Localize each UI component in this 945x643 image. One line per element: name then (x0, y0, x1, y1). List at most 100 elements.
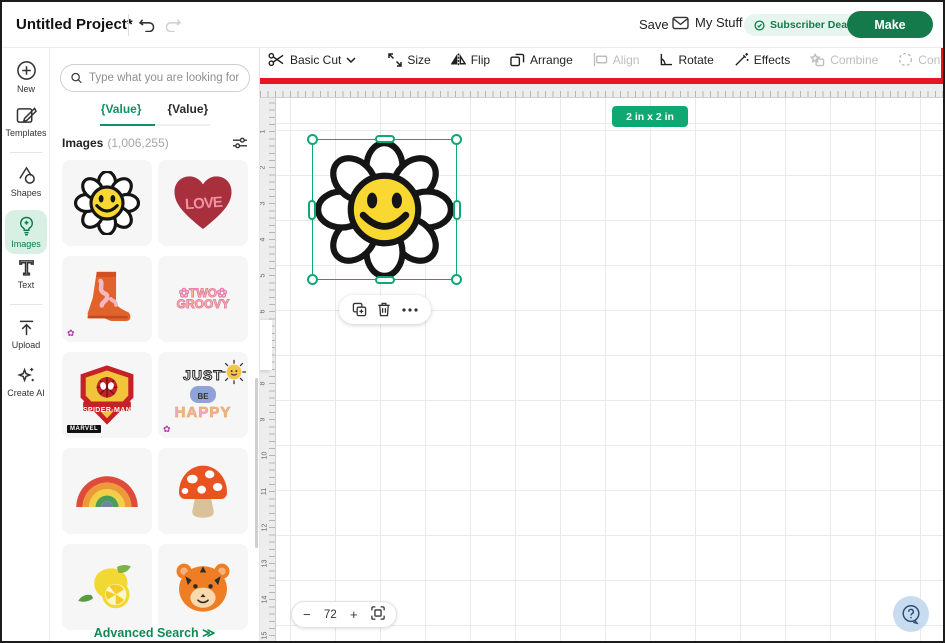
sidebar-item-upload[interactable]: Upload (5, 318, 47, 350)
search-bar[interactable] (60, 64, 250, 92)
ruler-v-number: 15 (261, 632, 268, 640)
divider (128, 14, 129, 36)
arrange-label: Arrange (530, 53, 573, 67)
ruler-v-number: 2 (259, 166, 266, 170)
groovy-text: GROOVY (177, 297, 230, 311)
selection-bounding-box[interactable] (312, 139, 457, 280)
undo-icon (138, 18, 156, 32)
image-tile-spider-man[interactable]: SPIDER-MAN MARVEL (62, 352, 152, 438)
magic-wand-icon (734, 52, 749, 67)
redo-button[interactable] (162, 14, 184, 36)
flip-label: Flip (471, 53, 490, 67)
sparkles-icon (16, 366, 36, 385)
zoom-out-button[interactable]: − (303, 607, 311, 622)
size-icon (388, 53, 402, 67)
image-tile-daisy-smiley[interactable] (62, 160, 152, 246)
love-text: LOVE (184, 193, 222, 213)
sidebar-item-shapes[interactable]: Shapes (5, 166, 47, 198)
marvel-badge: MARVEL (67, 425, 101, 433)
align-label: Align (613, 53, 640, 67)
premium-flower-badge: ✿ (67, 329, 76, 338)
rotate-label: Rotate (678, 53, 713, 67)
zoom-level-value: 72 (324, 609, 337, 621)
combine-button[interactable]: Combine (810, 53, 878, 67)
image-tile-tiger[interactable] (158, 544, 248, 630)
resize-handle-top-right[interactable] (451, 134, 462, 145)
ruler-v-number: 13 (261, 560, 268, 568)
ruler-v-number: 3 (259, 202, 266, 206)
operation-type-value: Basic Cut (290, 53, 341, 67)
app-window: 01234567891011121314151617 0123456789101… (0, 0, 945, 643)
contour-label: Contour (918, 53, 945, 67)
results-label: Images (62, 136, 103, 150)
be-text: BE (197, 392, 208, 401)
design-canvas[interactable]: 01234567891011121314151617 0123456789101… (260, 48, 945, 643)
image-tile-love-heart[interactable]: LOVE (158, 160, 248, 246)
zoom-controls: − 72 + (291, 601, 397, 628)
ruler-v-number: 12 (261, 524, 268, 532)
redo-icon (164, 18, 182, 32)
header-bar: Untitled Project* Save My Stuff Subscrib… (2, 2, 943, 48)
resize-handle-top-left[interactable] (307, 134, 318, 145)
tab-1[interactable]: {Value} (101, 102, 142, 124)
sidebar-item-images[interactable]: Images (5, 210, 47, 254)
fit-to-screen-button[interactable] (371, 606, 385, 623)
my-stuff-label: My Stuff (695, 15, 742, 30)
more-options-button[interactable] (402, 308, 418, 312)
panel-scrollbar[interactable] (255, 378, 258, 548)
my-stuff-button[interactable]: My Stuff (672, 15, 742, 30)
operation-type-dropdown[interactable]: Basic Cut (268, 52, 356, 67)
duplicate-button[interactable] (352, 302, 367, 317)
image-tile-lemon[interactable] (62, 544, 152, 630)
zoom-in-button[interactable]: + (350, 607, 358, 622)
sidebar-item-create-ai[interactable]: Create AI (5, 366, 47, 398)
flip-button[interactable]: Flip (451, 53, 490, 67)
align-button[interactable]: Align (593, 53, 640, 67)
deals-tag-icon (754, 20, 765, 31)
resize-handle-bottom-right[interactable] (451, 274, 462, 285)
rotate-icon (659, 53, 673, 66)
project-title: Untitled Project* (16, 16, 133, 33)
resize-handle-bottom-left[interactable] (307, 274, 318, 285)
search-icon (71, 71, 82, 85)
template-icon (16, 106, 37, 125)
image-results-grid: LOVE ✿ ✿TWO✿ GROOVY (62, 160, 248, 630)
align-icon (593, 53, 608, 66)
save-button[interactable]: Save (639, 17, 669, 32)
just-text: JUST (183, 367, 223, 383)
question-bubble-icon (900, 603, 922, 625)
effects-button[interactable]: Effects (734, 52, 790, 67)
help-button[interactable] (893, 596, 929, 632)
left-navigation-rail: New Templates Shapes Images Text Upload … (2, 48, 50, 643)
image-tile-two-groovy[interactable]: ✿TWO✿ GROOVY (158, 256, 248, 342)
tab-2[interactable]: {Value} (168, 102, 209, 124)
resize-handle-top[interactable] (375, 135, 395, 143)
advanced-search-link[interactable]: Advanced Search ≫ (50, 625, 259, 640)
image-tile-mushroom[interactable] (158, 448, 248, 534)
image-tile-just-be-happy[interactable]: JUST BE HAPPY ✿ (158, 352, 248, 438)
size-button[interactable]: Size (388, 53, 430, 67)
sidebar-item-text[interactable]: Text (5, 258, 47, 290)
sidebar-item-new[interactable]: New (5, 60, 47, 94)
rotate-button[interactable]: Rotate (659, 53, 713, 67)
image-tile-cowboy-boot[interactable]: ✿ (62, 256, 152, 342)
image-tile-rainbow[interactable] (62, 448, 152, 534)
arrange-button[interactable]: Arrange (510, 53, 573, 67)
contour-button[interactable]: Contour (898, 52, 945, 67)
delete-button[interactable] (377, 302, 391, 317)
sidebar-item-templates[interactable]: Templates (5, 106, 47, 138)
envelope-icon (672, 16, 689, 30)
divider (10, 304, 42, 305)
filter-button[interactable] (232, 136, 248, 150)
plus-circle-icon (16, 60, 37, 81)
shapes-icon (16, 166, 37, 185)
make-button[interactable]: Make (847, 11, 933, 38)
resize-handle-bottom[interactable] (375, 276, 395, 284)
search-input[interactable] (89, 72, 239, 84)
resize-handle-right[interactable] (453, 200, 461, 220)
contour-icon (898, 52, 913, 67)
resize-handle-left[interactable] (308, 200, 316, 220)
undo-button[interactable] (136, 14, 158, 36)
size-label: Size (407, 53, 430, 67)
selection-context-toolbar (339, 295, 431, 324)
